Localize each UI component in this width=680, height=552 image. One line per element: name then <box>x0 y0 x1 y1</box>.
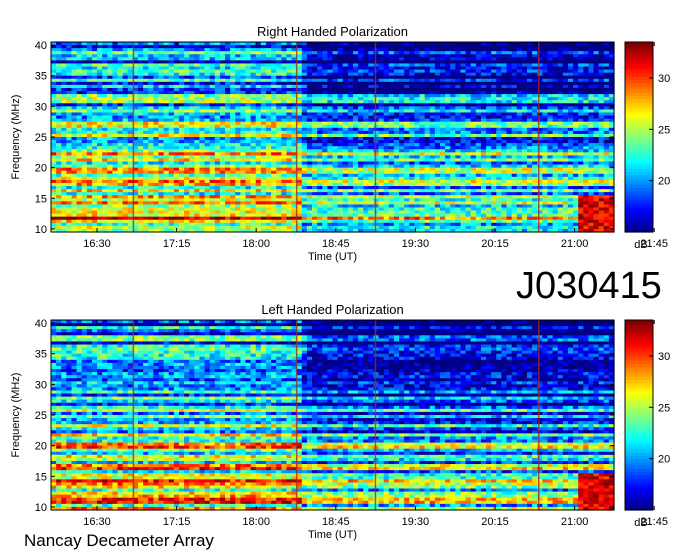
spectrogram-figure: Right Handed Polarization10152025303540F… <box>10 24 670 550</box>
panel-title: Right Handed Polarization <box>257 24 408 39</box>
right-polarization-panel: Right Handed Polarization10152025303540F… <box>10 24 670 263</box>
spectrogram-image <box>51 42 615 233</box>
